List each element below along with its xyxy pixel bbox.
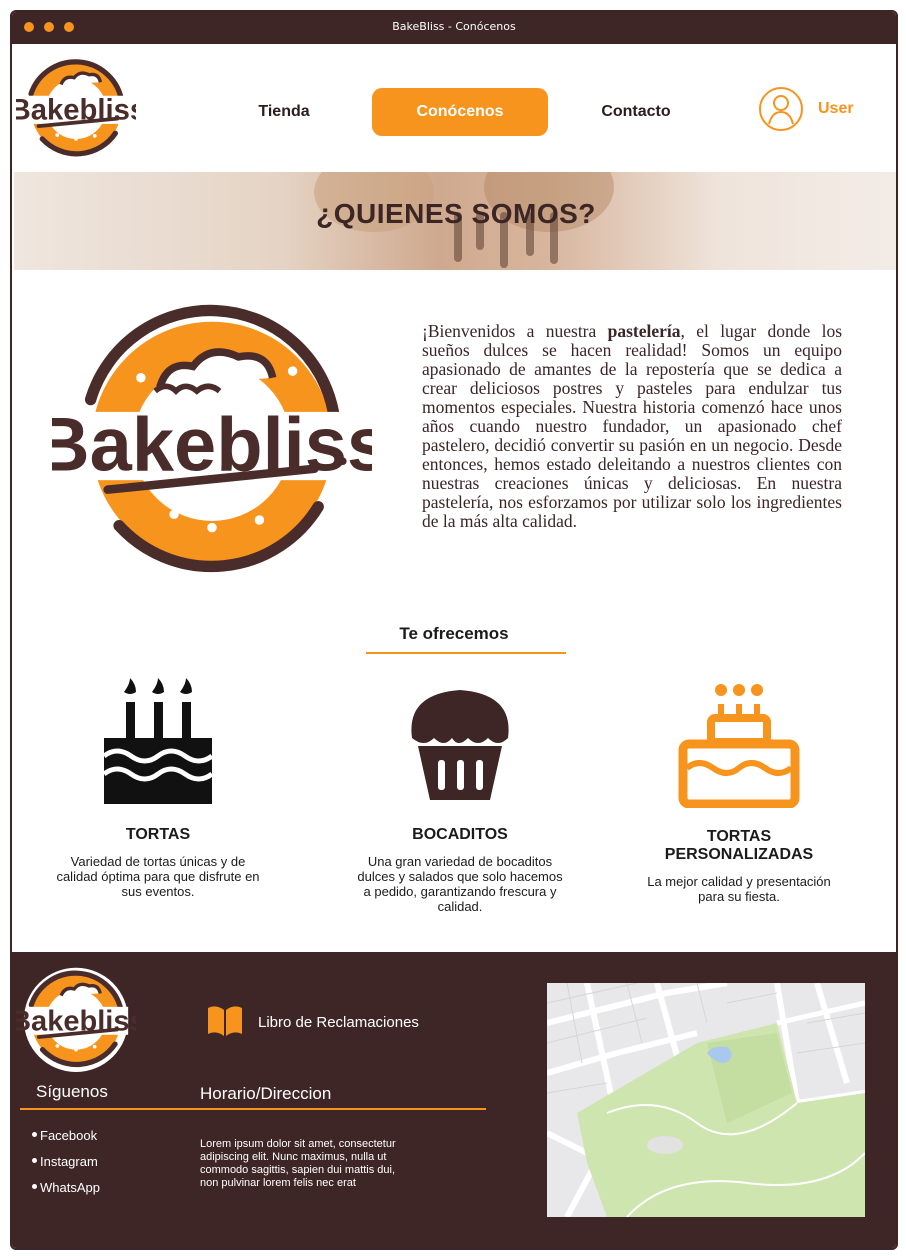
- social-label: Facebook: [40, 1128, 98, 1143]
- bullet-icon: [32, 1158, 37, 1164]
- bullet-icon: [32, 1184, 37, 1190]
- complaints-book-link[interactable]: Libro de Reclamaciones: [258, 1014, 419, 1031]
- follow-us-heading: Síguenos: [36, 1082, 108, 1101]
- nav-contacto[interactable]: Contacto: [584, 88, 688, 136]
- service-name: TORTAS: [125, 826, 191, 843]
- service-description: Una gran variedad de bocaditos dulces y …: [357, 854, 563, 914]
- footer-divider: [20, 1108, 486, 1110]
- custom-cake-icon: [678, 684, 800, 808]
- cupcake-icon: [411, 690, 509, 800]
- service-card: TORTAS PERSONALIZADAS La mejor calidad y…: [634, 682, 844, 904]
- address-text: Lorem ipsum dolor sit amet, consectetur …: [200, 1138, 396, 1189]
- intro-paragraph: ¡Bienvenidos a nuestra pastelería, el lu…: [422, 322, 842, 531]
- user-icon[interactable]: [758, 86, 804, 132]
- service-description: Variedad de tortas únicas y de calidad ó…: [56, 854, 260, 899]
- user-label[interactable]: User: [818, 100, 854, 118]
- page-title: ¿QUIENES SOMOS?: [316, 198, 596, 229]
- service-name: BOCADITOS: [412, 826, 508, 843]
- service-description: La mejor calidad y presentación para su …: [647, 874, 831, 904]
- bakebliss-logo-large: Bakebliss: [52, 304, 372, 573]
- intro-text-end: , el lugar donde los sueños dulces se ha…: [422, 321, 843, 531]
- hero-banner: ¿QUIENES SOMOS?: [14, 172, 896, 270]
- service-card: TORTAS Variedad de tortas únicas y de ca…: [52, 678, 264, 899]
- service-name: TORTAS PERSONALIZADAS: [664, 828, 814, 863]
- social-link-facebook[interactable]: Facebook: [32, 1128, 97, 1143]
- social-label: Instagram: [40, 1154, 98, 1169]
- browser-window: BakeBliss - Conócenos Bakebliss Tienda C…: [10, 10, 898, 1250]
- schedule-heading: Horario/Direccion: [200, 1084, 332, 1103]
- bullet-icon: [32, 1132, 37, 1138]
- footer-bakebliss-logo[interactable]: Bakebliss: [16, 964, 136, 1072]
- social-link-whatsapp[interactable]: WhatsApp: [32, 1180, 100, 1195]
- site-header: Bakebliss Tienda Conócenos Contacto User: [12, 44, 896, 172]
- offer-title: Te ofrecemos: [399, 624, 509, 643]
- social-link-instagram[interactable]: Instagram: [32, 1154, 98, 1169]
- site-footer: Bakebliss Libro de Reclamaciones Sígueno…: [12, 952, 896, 1248]
- social-label: WhatsApp: [40, 1180, 100, 1195]
- nav-tienda[interactable]: Tienda: [232, 88, 336, 136]
- intro-text-bold: pastelería: [607, 321, 681, 341]
- birthday-cake-icon: [102, 678, 214, 804]
- nav-conocenos[interactable]: Conócenos: [372, 88, 548, 136]
- window-title: BakeBliss - Conócenos: [392, 20, 516, 33]
- title-bar: BakeBliss - Conócenos: [12, 12, 896, 44]
- service-card: BOCADITOS Una gran variedad de bocaditos…: [354, 688, 566, 914]
- bakebliss-logo[interactable]: Bakebliss: [16, 52, 136, 162]
- book-icon[interactable]: [206, 1004, 244, 1038]
- location-map[interactable]: [547, 983, 865, 1217]
- offer-divider: [366, 652, 566, 654]
- intro-text-start: ¡Bienvenidos a nuestra: [422, 321, 608, 341]
